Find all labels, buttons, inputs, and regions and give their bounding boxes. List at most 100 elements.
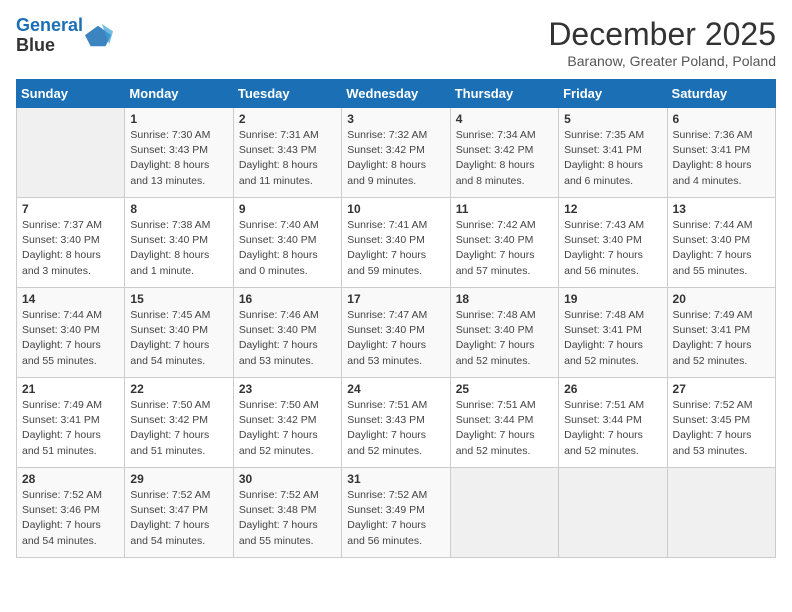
calendar-cell: 3 Sunrise: 7:32 AMSunset: 3:42 PMDaylight… bbox=[342, 108, 450, 198]
calendar-cell: 14 Sunrise: 7:44 AMSunset: 3:40 PMDayligh… bbox=[17, 288, 125, 378]
day-number: 30 bbox=[239, 472, 336, 486]
day-number: 15 bbox=[130, 292, 227, 306]
day-number: 1 bbox=[130, 112, 227, 126]
calendar-cell: 22 Sunrise: 7:50 AMSunset: 3:42 PMDayligh… bbox=[125, 378, 233, 468]
day-info: Sunrise: 7:40 AMSunset: 3:40 PMDaylight:… bbox=[239, 218, 336, 279]
day-number: 4 bbox=[456, 112, 553, 126]
day-number: 26 bbox=[564, 382, 661, 396]
calendar-cell: 11 Sunrise: 7:42 AMSunset: 3:40 PMDayligh… bbox=[450, 198, 558, 288]
day-info: Sunrise: 7:50 AMSunset: 3:42 PMDaylight:… bbox=[239, 398, 336, 459]
title-area: December 2025 Baranow, Greater Poland, P… bbox=[548, 16, 776, 69]
month-title: December 2025 bbox=[548, 16, 776, 53]
day-info: Sunrise: 7:52 AMSunset: 3:49 PMDaylight:… bbox=[347, 488, 444, 549]
day-info: Sunrise: 7:44 AMSunset: 3:40 PMDaylight:… bbox=[22, 308, 119, 369]
day-info: Sunrise: 7:37 AMSunset: 3:40 PMDaylight:… bbox=[22, 218, 119, 279]
calendar-week-1: 1 Sunrise: 7:30 AMSunset: 3:43 PMDaylight… bbox=[17, 108, 776, 198]
calendar-cell: 7 Sunrise: 7:37 AMSunset: 3:40 PMDaylight… bbox=[17, 198, 125, 288]
day-number: 7 bbox=[22, 202, 119, 216]
day-number: 19 bbox=[564, 292, 661, 306]
logo-text: GeneralBlue bbox=[16, 16, 83, 56]
calendar-cell: 1 Sunrise: 7:30 AMSunset: 3:43 PMDaylight… bbox=[125, 108, 233, 198]
weekday-header-sunday: Sunday bbox=[17, 80, 125, 108]
day-number: 8 bbox=[130, 202, 227, 216]
day-info: Sunrise: 7:48 AMSunset: 3:41 PMDaylight:… bbox=[564, 308, 661, 369]
day-info: Sunrise: 7:35 AMSunset: 3:41 PMDaylight:… bbox=[564, 128, 661, 189]
calendar-table: SundayMondayTuesdayWednesdayThursdayFrid… bbox=[16, 79, 776, 558]
calendar-week-2: 7 Sunrise: 7:37 AMSunset: 3:40 PMDaylight… bbox=[17, 198, 776, 288]
day-info: Sunrise: 7:34 AMSunset: 3:42 PMDaylight:… bbox=[456, 128, 553, 189]
calendar-cell: 6 Sunrise: 7:36 AMSunset: 3:41 PMDaylight… bbox=[667, 108, 775, 198]
day-info: Sunrise: 7:45 AMSunset: 3:40 PMDaylight:… bbox=[130, 308, 227, 369]
weekday-header-monday: Monday bbox=[125, 80, 233, 108]
day-info: Sunrise: 7:51 AMSunset: 3:43 PMDaylight:… bbox=[347, 398, 444, 459]
calendar-cell: 12Sunrise: 7:43 AMSunset: 3:40 PMDayligh… bbox=[559, 198, 667, 288]
calendar-week-3: 14 Sunrise: 7:44 AMSunset: 3:40 PMDayligh… bbox=[17, 288, 776, 378]
calendar-cell: 23 Sunrise: 7:50 AMSunset: 3:42 PMDayligh… bbox=[233, 378, 341, 468]
calendar-cell: 5 Sunrise: 7:35 AMSunset: 3:41 PMDaylight… bbox=[559, 108, 667, 198]
logo: GeneralBlue bbox=[16, 16, 113, 56]
day-number: 31 bbox=[347, 472, 444, 486]
calendar-cell: 17Sunrise: 7:47 AMSunset: 3:40 PMDayligh… bbox=[342, 288, 450, 378]
day-number: 24 bbox=[347, 382, 444, 396]
day-info: Sunrise: 7:49 AMSunset: 3:41 PMDaylight:… bbox=[22, 398, 119, 459]
calendar-cell: 20 Sunrise: 7:49 AMSunset: 3:41 PMDayligh… bbox=[667, 288, 775, 378]
calendar-cell: 19 Sunrise: 7:48 AMSunset: 3:41 PMDayligh… bbox=[559, 288, 667, 378]
day-number: 3 bbox=[347, 112, 444, 126]
header: GeneralBlue December 2025 Baranow, Great… bbox=[16, 16, 776, 69]
day-info: Sunrise: 7:52 AMSunset: 3:47 PMDaylight:… bbox=[130, 488, 227, 549]
calendar-cell: 13Sunrise: 7:44 AMSunset: 3:40 PMDayligh… bbox=[667, 198, 775, 288]
weekday-header-tuesday: Tuesday bbox=[233, 80, 341, 108]
day-number: 14 bbox=[22, 292, 119, 306]
day-number: 9 bbox=[239, 202, 336, 216]
calendar-cell: 16Sunrise: 7:46 AMSunset: 3:40 PMDayligh… bbox=[233, 288, 341, 378]
day-info: Sunrise: 7:50 AMSunset: 3:42 PMDaylight:… bbox=[130, 398, 227, 459]
calendar-cell: 24 Sunrise: 7:51 AMSunset: 3:43 PMDayligh… bbox=[342, 378, 450, 468]
day-number: 29 bbox=[130, 472, 227, 486]
day-number: 12 bbox=[564, 202, 661, 216]
calendar-cell: 15 Sunrise: 7:45 AMSunset: 3:40 PMDayligh… bbox=[125, 288, 233, 378]
day-info: Sunrise: 7:42 AMSunset: 3:40 PMDaylight:… bbox=[456, 218, 553, 279]
calendar-cell: 29 Sunrise: 7:52 AMSunset: 3:47 PMDayligh… bbox=[125, 468, 233, 558]
day-info: Sunrise: 7:52 AMSunset: 3:45 PMDaylight:… bbox=[673, 398, 770, 459]
day-info: Sunrise: 7:44 AMSunset: 3:40 PMDaylight:… bbox=[673, 218, 770, 279]
day-number: 22 bbox=[130, 382, 227, 396]
day-info: Sunrise: 7:32 AMSunset: 3:42 PMDaylight:… bbox=[347, 128, 444, 189]
calendar-cell bbox=[667, 468, 775, 558]
calendar-cell: 2Sunrise: 7:31 AMSunset: 3:43 PMDaylight… bbox=[233, 108, 341, 198]
calendar-cell: 31 Sunrise: 7:52 AMSunset: 3:49 PMDayligh… bbox=[342, 468, 450, 558]
calendar-cell bbox=[450, 468, 558, 558]
calendar-cell: 25Sunrise: 7:51 AMSunset: 3:44 PMDayligh… bbox=[450, 378, 558, 468]
day-number: 6 bbox=[673, 112, 770, 126]
day-info: Sunrise: 7:41 AMSunset: 3:40 PMDaylight:… bbox=[347, 218, 444, 279]
day-info: Sunrise: 7:30 AMSunset: 3:43 PMDaylight:… bbox=[130, 128, 227, 189]
day-number: 17 bbox=[347, 292, 444, 306]
weekday-header-friday: Friday bbox=[559, 80, 667, 108]
calendar-cell: 4 Sunrise: 7:34 AMSunset: 3:42 PMDaylight… bbox=[450, 108, 558, 198]
day-info: Sunrise: 7:51 AMSunset: 3:44 PMDaylight:… bbox=[456, 398, 553, 459]
day-number: 20 bbox=[673, 292, 770, 306]
day-number: 11 bbox=[456, 202, 553, 216]
calendar-cell: 21Sunrise: 7:49 AMSunset: 3:41 PMDayligh… bbox=[17, 378, 125, 468]
calendar-cell bbox=[17, 108, 125, 198]
day-info: Sunrise: 7:36 AMSunset: 3:41 PMDaylight:… bbox=[673, 128, 770, 189]
day-info: Sunrise: 7:52 AMSunset: 3:46 PMDaylight:… bbox=[22, 488, 119, 549]
weekday-header-saturday: Saturday bbox=[667, 80, 775, 108]
calendar-cell: 26Sunrise: 7:51 AMSunset: 3:44 PMDayligh… bbox=[559, 378, 667, 468]
calendar-cell: 9 Sunrise: 7:40 AMSunset: 3:40 PMDaylight… bbox=[233, 198, 341, 288]
calendar-week-4: 21Sunrise: 7:49 AMSunset: 3:41 PMDayligh… bbox=[17, 378, 776, 468]
weekday-header-thursday: Thursday bbox=[450, 80, 558, 108]
calendar-cell: 10 Sunrise: 7:41 AMSunset: 3:40 PMDayligh… bbox=[342, 198, 450, 288]
header-row: SundayMondayTuesdayWednesdayThursdayFrid… bbox=[17, 80, 776, 108]
day-number: 10 bbox=[347, 202, 444, 216]
calendar-week-5: 28Sunrise: 7:52 AMSunset: 3:46 PMDayligh… bbox=[17, 468, 776, 558]
calendar-cell: 18Sunrise: 7:48 AMSunset: 3:40 PMDayligh… bbox=[450, 288, 558, 378]
day-number: 2 bbox=[239, 112, 336, 126]
calendar-cell: 27Sunrise: 7:52 AMSunset: 3:45 PMDayligh… bbox=[667, 378, 775, 468]
day-info: Sunrise: 7:49 AMSunset: 3:41 PMDaylight:… bbox=[673, 308, 770, 369]
calendar-cell bbox=[559, 468, 667, 558]
day-number: 18 bbox=[456, 292, 553, 306]
day-info: Sunrise: 7:38 AMSunset: 3:40 PMDaylight:… bbox=[130, 218, 227, 279]
day-number: 23 bbox=[239, 382, 336, 396]
day-number: 5 bbox=[564, 112, 661, 126]
logo-icon bbox=[85, 22, 113, 50]
